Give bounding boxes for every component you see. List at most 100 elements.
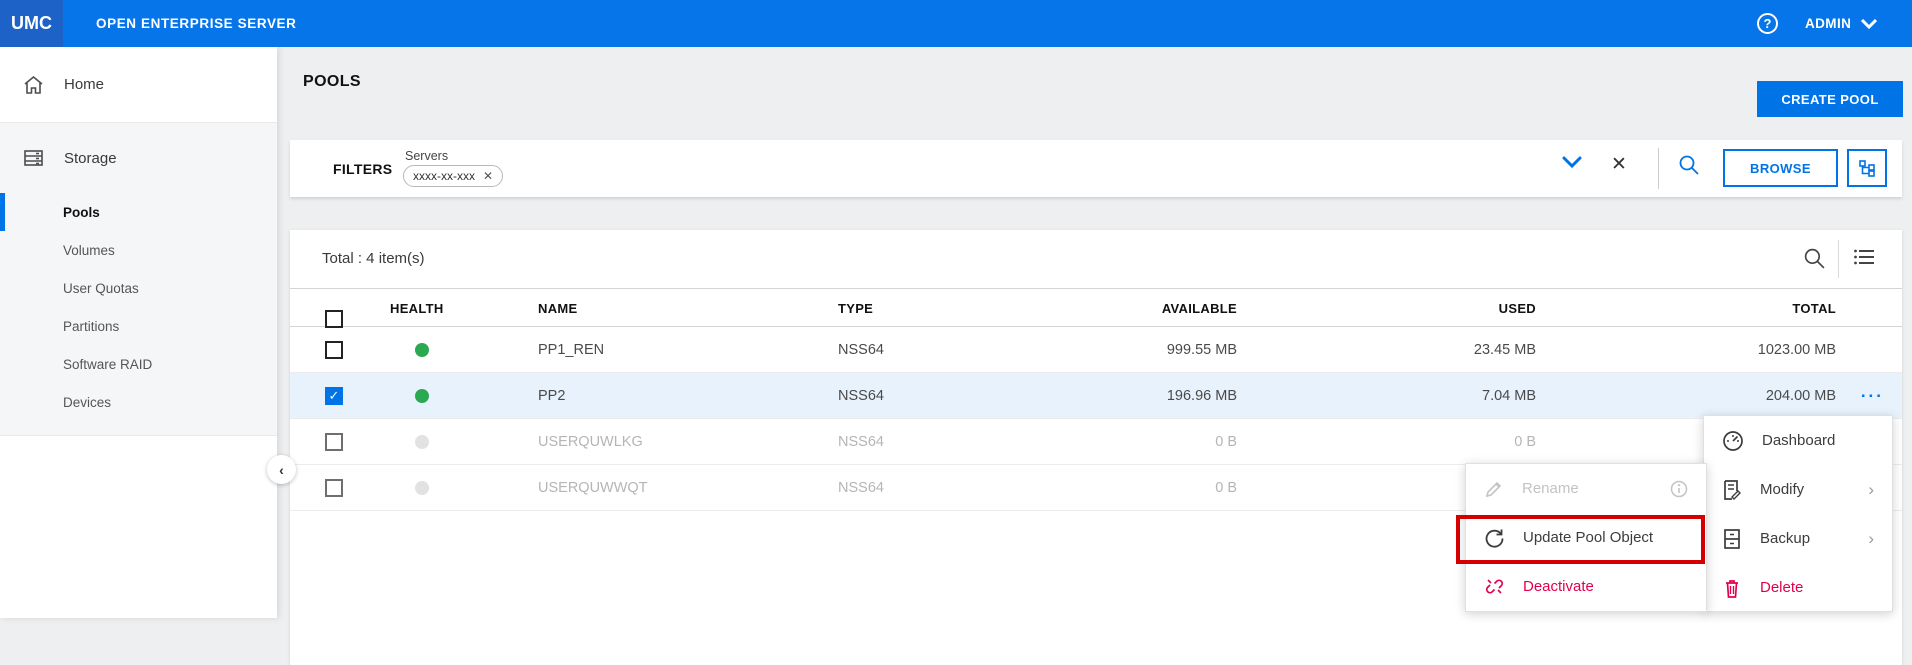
top-bar: UMC OPEN ENTERPRISE SERVER ? ADMIN bbox=[0, 0, 1912, 47]
sidebar-item-user-quotas[interactable]: User Quotas bbox=[0, 269, 277, 307]
column-header-name: NAME bbox=[538, 301, 578, 316]
sidebar-item-software-raid[interactable]: Software RAID bbox=[0, 345, 277, 383]
sidebar-storage-label: Storage bbox=[64, 149, 117, 167]
tree-icon bbox=[1859, 160, 1875, 177]
pool-total: 1023.00 MB bbox=[1757, 342, 1836, 358]
chip-remove-icon[interactable]: ✕ bbox=[483, 169, 493, 183]
filter-search-icon[interactable] bbox=[1678, 154, 1700, 176]
row-checkbox[interactable] bbox=[325, 341, 343, 359]
pool-type: NSS64 bbox=[838, 434, 884, 450]
row-overflow-menu-icon[interactable]: ... bbox=[1861, 382, 1884, 402]
pool-available: 999.55 MB bbox=[1166, 342, 1237, 358]
total-count-label: Total : 4 item(s) bbox=[322, 250, 425, 267]
sidebar-collapse-button[interactable]: ‹ bbox=[267, 455, 296, 484]
pool-total: 204.00 MB bbox=[1765, 388, 1836, 404]
browse-button[interactable]: BROWSE bbox=[1723, 149, 1838, 187]
row-checkbox[interactable]: ✓ bbox=[325, 387, 343, 405]
pool-available: 196.96 MB bbox=[1166, 388, 1237, 404]
filter-chip-label: xxxx-xx-xxx bbox=[413, 169, 475, 183]
refresh-icon bbox=[1485, 529, 1504, 548]
trash-icon bbox=[1726, 579, 1738, 598]
chevron-down-icon bbox=[1861, 18, 1878, 29]
row-checkbox[interactable] bbox=[325, 433, 343, 451]
table-search-icon[interactable] bbox=[1803, 247, 1826, 270]
sidebar-storage-group: Storage Pools Volumes User Quotas Partit… bbox=[0, 123, 277, 436]
table-header-row: HEALTH NAME TYPE AVAILABLE USED TOTAL bbox=[290, 288, 1902, 328]
sidebar-home-label: Home bbox=[64, 76, 105, 93]
menu-item-deactivate[interactable]: Deactivate bbox=[1466, 562, 1706, 611]
filter-chip-server[interactable]: xxxx-xx-xxx ✕ bbox=[403, 165, 504, 187]
column-header-used: USED bbox=[1498, 301, 1536, 316]
sidebar-item-devices[interactable]: Devices bbox=[0, 383, 277, 421]
menu-item-label: Delete bbox=[1760, 579, 1804, 596]
deactivate-icon bbox=[1485, 579, 1504, 594]
menu-item-label: Update Pool Object bbox=[1523, 529, 1654, 546]
help-icon[interactable]: ? bbox=[1757, 13, 1778, 34]
pool-action-menu: Rename Update Pool Object Deactivate bbox=[1465, 463, 1707, 612]
health-status-dot bbox=[415, 373, 429, 419]
filter-expand-chevron-icon[interactable] bbox=[1562, 156, 1582, 169]
modify-icon bbox=[1724, 479, 1741, 500]
filter-field-label: Servers bbox=[405, 149, 449, 163]
pool-name: PP1_REN bbox=[538, 342, 605, 358]
row-checkbox[interactable] bbox=[325, 479, 343, 497]
health-status-dot bbox=[415, 419, 429, 465]
column-settings-icon[interactable] bbox=[1853, 248, 1875, 268]
tree-view-button[interactable] bbox=[1847, 149, 1887, 187]
info-icon bbox=[1670, 480, 1688, 497]
submenu-chevron-icon: › bbox=[1868, 528, 1874, 548]
create-pool-button[interactable]: CREATE POOL bbox=[1757, 81, 1903, 117]
sidebar-item-label: Software RAID bbox=[63, 356, 153, 372]
pencil-icon bbox=[1485, 481, 1502, 497]
table-row[interactable]: PP1_REN NSS64 999.55 MB 23.45 MB 1023.00… bbox=[290, 327, 1902, 373]
table-toolbar: Total : 4 item(s) bbox=[290, 230, 1902, 288]
health-status-dot bbox=[415, 465, 429, 511]
menu-item-dashboard[interactable]: Dashboard bbox=[1704, 416, 1892, 465]
table-row[interactable]: USERQUWLKG NSS64 0 B 0 B bbox=[290, 419, 1902, 465]
menu-item-modify[interactable]: Modify › bbox=[1704, 465, 1892, 514]
sidebar: Home Storage Pools Volumes User Quotas P… bbox=[0, 47, 277, 618]
menu-item-rename[interactable]: Rename bbox=[1466, 464, 1706, 513]
menu-item-delete[interactable]: Delete bbox=[1704, 563, 1892, 612]
menu-item-label: Modify bbox=[1760, 481, 1805, 498]
pool-available: 0 B bbox=[1215, 480, 1237, 496]
umc-logo[interactable]: UMC bbox=[0, 0, 63, 47]
menu-item-label: Dashboard bbox=[1762, 432, 1836, 449]
sidebar-item-storage[interactable]: Storage bbox=[0, 123, 277, 193]
sidebar-item-pools[interactable]: Pools bbox=[0, 193, 277, 231]
sidebar-item-home[interactable]: Home bbox=[0, 47, 277, 123]
filter-bar: FILTERS Servers xxxx-xx-xxx ✕ ✕ BROWSE bbox=[290, 140, 1902, 197]
pool-type: NSS64 bbox=[838, 480, 884, 496]
pool-type: NSS64 bbox=[838, 388, 884, 404]
admin-menu[interactable]: ADMIN bbox=[1805, 0, 1878, 47]
pool-used: 0 B bbox=[1514, 434, 1536, 450]
pool-type: NSS64 bbox=[838, 342, 884, 358]
dashboard-icon bbox=[1723, 430, 1743, 451]
menu-item-backup[interactable]: Backup › bbox=[1704, 514, 1892, 563]
health-status-dot bbox=[415, 327, 429, 373]
filters-label: FILTERS bbox=[333, 161, 393, 177]
sidebar-item-partitions[interactable]: Partitions bbox=[0, 307, 277, 345]
sidebar-item-volumes[interactable]: Volumes bbox=[0, 231, 277, 269]
column-header-available: AVAILABLE bbox=[1161, 301, 1237, 316]
row-overflow-menu: Dashboard Modify › Backup › Delete bbox=[1703, 415, 1893, 612]
menu-item-label: Rename bbox=[1522, 480, 1579, 497]
divider bbox=[1658, 148, 1659, 189]
home-icon bbox=[24, 75, 43, 94]
page-title: POOLS bbox=[303, 73, 362, 90]
column-header-health: HEALTH bbox=[390, 301, 444, 316]
column-header-total: TOTAL bbox=[1792, 301, 1836, 316]
submenu-chevron-icon: › bbox=[1868, 479, 1874, 499]
menu-item-update-pool-object[interactable]: Update Pool Object bbox=[1466, 513, 1706, 562]
sidebar-item-label: Volumes bbox=[63, 242, 115, 258]
pool-used: 23.45 MB bbox=[1473, 342, 1536, 358]
table-row[interactable]: ✓ PP2 NSS64 196.96 MB 7.04 MB 204.00 MB … bbox=[290, 373, 1902, 419]
storage-icon bbox=[24, 150, 43, 166]
pool-used: 7.04 MB bbox=[1482, 388, 1536, 404]
filter-clear-icon[interactable]: ✕ bbox=[1611, 153, 1627, 176]
product-title: OPEN ENTERPRISE SERVER bbox=[96, 16, 297, 31]
pool-name: USERQUWWQT bbox=[538, 480, 648, 496]
menu-item-label: Deactivate bbox=[1523, 578, 1594, 595]
sidebar-item-label: Devices bbox=[63, 394, 112, 410]
column-header-type: TYPE bbox=[838, 301, 874, 316]
